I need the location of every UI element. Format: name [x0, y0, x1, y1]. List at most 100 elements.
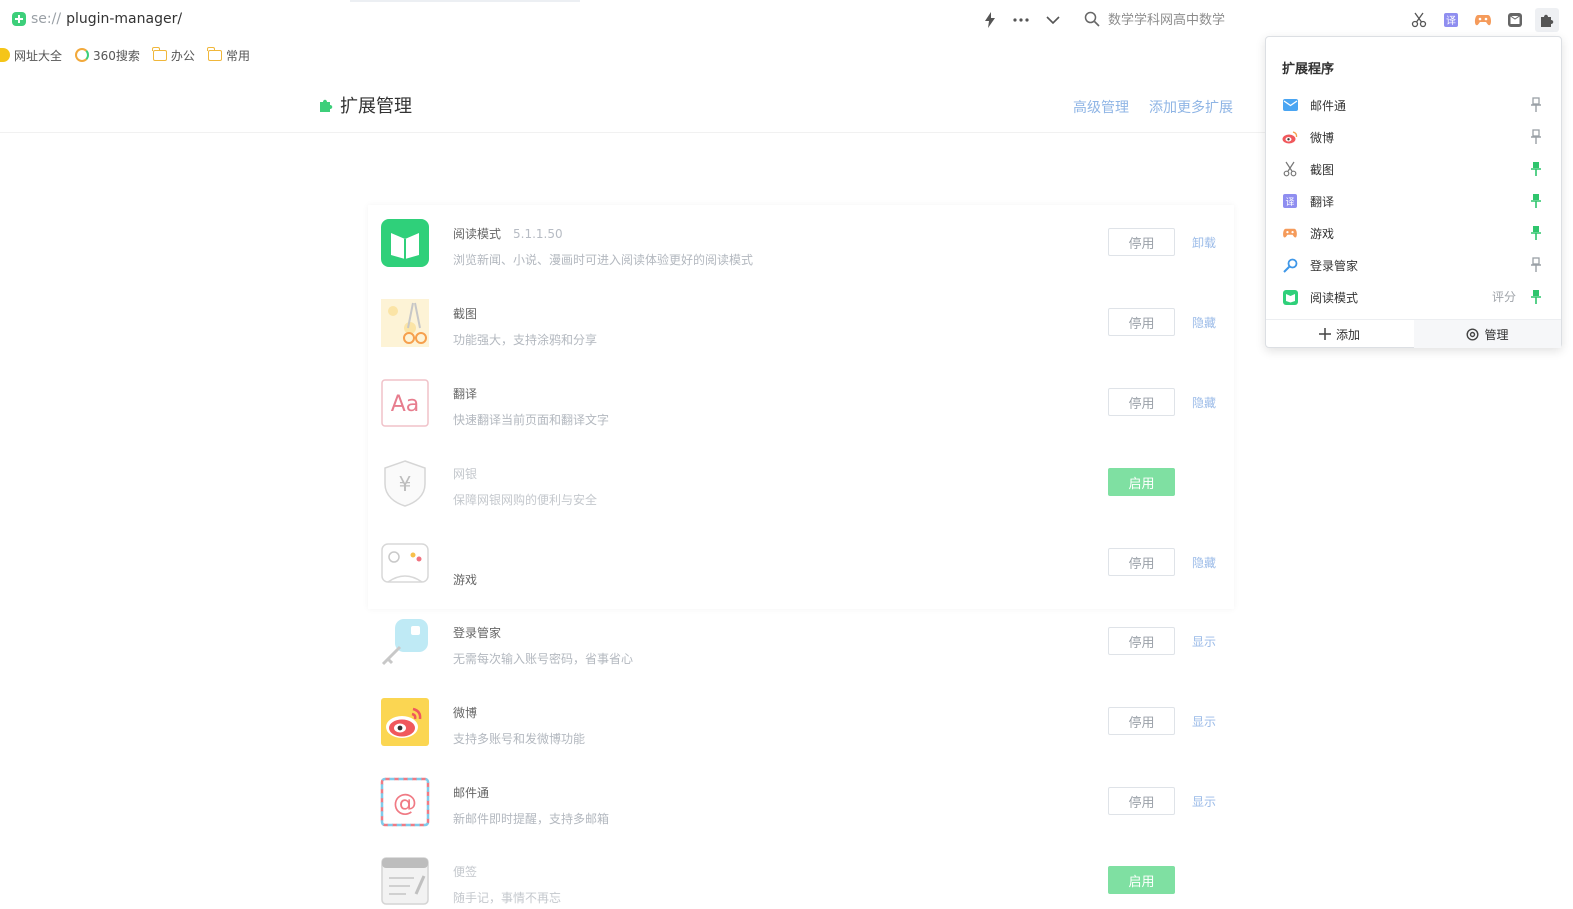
extension-name: 游戏 [453, 573, 478, 587]
show-link[interactable]: 显示 [1192, 633, 1216, 650]
popup-item-translate[interactable]: 译 翻译 [1266, 185, 1561, 217]
bookmark-folder[interactable]: 常用 [207, 46, 250, 64]
translate-icon: 译 [1444, 13, 1458, 27]
toolbar-translate-button[interactable]: 译 [1439, 8, 1463, 32]
extension-name: 登录管家 [453, 626, 502, 640]
popup-manage-label: 管理 [1484, 327, 1509, 342]
bookmark-item[interactable]: 网址大全 [0, 47, 62, 64]
disable-button[interactable]: 停用 [1108, 308, 1175, 336]
extension-name: 微博 [453, 706, 478, 720]
add-more-extensions-link[interactable]: 添加更多扩展 [1149, 97, 1233, 117]
popup-manage-button[interactable]: 管理 [1414, 320, 1561, 348]
extension-item-note: 便签 随手记，事情不再忘 启用 [380, 846, 1220, 905]
extension-desc: 支持多账号和发微博功能 [453, 732, 586, 746]
disable-button[interactable]: 停用 [1108, 548, 1175, 576]
pin-icon[interactable] [1530, 289, 1542, 305]
ring-icon [75, 48, 90, 62]
extensions-popup: 扩展程序 邮件通 微博 截图 译 翻译 游戏 登录管家 阅读模式 评分 添加 管… [1265, 36, 1562, 348]
url-path: plugin-manager/ [66, 11, 183, 27]
disable-button[interactable]: 停用 [1108, 228, 1175, 256]
scissors-icon [1411, 12, 1427, 28]
extension-item-screenshot: 截图 功能强大，支持涂鸦和分享 停用 隐藏 [380, 288, 1220, 347]
extension-item-reader: 阅读模式 5.1.1.50 浏览新闻、小说、漫画时可进入阅读体验更好的阅读模式 停… [380, 208, 1220, 267]
mail-icon [1282, 97, 1298, 113]
pin-icon[interactable] [1530, 225, 1542, 241]
popup-item-reader[interactable]: 阅读模式 评分 [1266, 281, 1561, 313]
extension-item-translate: Aa 翻译 快速翻译当前页面和翻译文字 停用 隐藏 [380, 368, 1220, 427]
popup-item-game[interactable]: 游戏 [1266, 217, 1561, 249]
extension-name: 阅读模式 [453, 227, 502, 241]
pin-icon[interactable] [1530, 161, 1542, 177]
hide-link[interactable]: 隐藏 [1192, 554, 1216, 571]
search-box[interactable]: 数学学科网高中数学 [1084, 9, 1225, 28]
popup-item-mail[interactable]: 邮件通 [1266, 89, 1561, 121]
bookmark-item[interactable]: 360搜索 [75, 47, 140, 64]
show-link[interactable]: 显示 [1192, 713, 1216, 730]
pin-icon[interactable] [1530, 193, 1542, 209]
pin-icon[interactable] [1530, 97, 1542, 113]
toolbar-extensions-button[interactable] [1535, 8, 1559, 32]
disable-button[interactable]: 停用 [1108, 388, 1175, 416]
search-text: 数学学科网高中数学 [1108, 13, 1226, 28]
disable-button[interactable]: 停用 [1108, 787, 1175, 815]
bookmark-folder[interactable]: 办公 [152, 46, 195, 64]
show-link[interactable]: 显示 [1192, 793, 1216, 810]
gamepad-icon [381, 543, 429, 583]
popup-item-label: 翻译 [1310, 195, 1335, 209]
hide-link[interactable]: 隐藏 [1192, 394, 1216, 411]
header-divider [0, 132, 1265, 133]
popup-item-label: 邮件通 [1310, 99, 1347, 113]
header-links: 高级管理 添加更多扩展 [1073, 97, 1233, 117]
extension-desc: 功能强大，支持涂鸦和分享 [453, 333, 598, 347]
svg-text:译: 译 [1446, 15, 1456, 27]
key-icon [381, 619, 428, 666]
hide-link[interactable]: 隐藏 [1192, 314, 1216, 331]
browser-toolbar: se://plugin-manager/ 数学学科网高中数学 译 [0, 0, 1573, 40]
book-icon [1282, 289, 1298, 305]
popup-add-button[interactable]: 添加 [1266, 320, 1413, 348]
shield-icon: ¥ [384, 460, 426, 507]
pin-icon[interactable] [1530, 257, 1542, 273]
scissors-icon [1282, 161, 1298, 177]
extension-name: 翻译 [453, 387, 478, 401]
lightning-icon[interactable] [979, 9, 1001, 31]
rate-link[interactable]: 评分 [1492, 288, 1516, 305]
popup-item-label: 登录管家 [1310, 259, 1359, 273]
enable-button[interactable]: 启用 [1108, 866, 1175, 894]
disable-button[interactable]: 停用 [1108, 627, 1175, 655]
extension-desc: 浏览新闻、小说、漫画时可进入阅读体验更好的阅读模式 [453, 253, 754, 267]
smile-icon [0, 48, 10, 62]
secure-shield-icon [12, 12, 26, 26]
url-scheme: se:// [31, 11, 62, 27]
enable-button[interactable]: 启用 [1108, 468, 1175, 496]
puzzle-icon [1541, 14, 1554, 27]
bookmarks-bar: 网址大全 360搜索 办公 常用 [0, 44, 263, 66]
extension-item-login-manager: 登录管家 无需每次输入账号密码，省事省心 停用 显示 [380, 607, 1220, 666]
svg-text:Aa: Aa [391, 392, 420, 417]
popup-footer: 添加 管理 [1266, 319, 1561, 348]
toolbar-scissors-button[interactable] [1407, 8, 1431, 32]
note-icon [381, 857, 429, 905]
extension-item-weibo: 微博 支持多账号和发微博功能 停用 显示 [380, 687, 1220, 746]
address-bar[interactable]: se://plugin-manager/ [12, 11, 182, 27]
translate-icon: 译 [1282, 193, 1298, 209]
mail-icon: @ [380, 777, 430, 827]
pin-icon[interactable] [1530, 129, 1542, 145]
translate-icon: Aa [381, 379, 429, 427]
bookmark-label: 360搜索 [93, 48, 140, 63]
more-icon[interactable] [1010, 9, 1032, 31]
search-icon [1084, 11, 1100, 27]
book-icon [381, 219, 429, 267]
chevron-down-icon[interactable] [1042, 9, 1064, 31]
toolbar-game-button[interactable] [1471, 8, 1495, 32]
extension-desc: 快速翻译当前页面和翻译文字 [453, 413, 610, 427]
extension-desc: 保障网银网购的便利与安全 [453, 493, 598, 507]
advanced-manage-link[interactable]: 高级管理 [1073, 97, 1129, 117]
popup-item-weibo[interactable]: 微博 [1266, 121, 1561, 153]
toolbar-reader-button[interactable] [1503, 8, 1527, 32]
uninstall-link[interactable]: 卸载 [1192, 234, 1216, 251]
disable-button[interactable]: 停用 [1108, 707, 1175, 735]
popup-item-login-manager[interactable]: 登录管家 [1266, 249, 1561, 281]
extension-name: 网银 [453, 467, 478, 481]
popup-item-screenshot[interactable]: 截图 [1266, 153, 1561, 185]
